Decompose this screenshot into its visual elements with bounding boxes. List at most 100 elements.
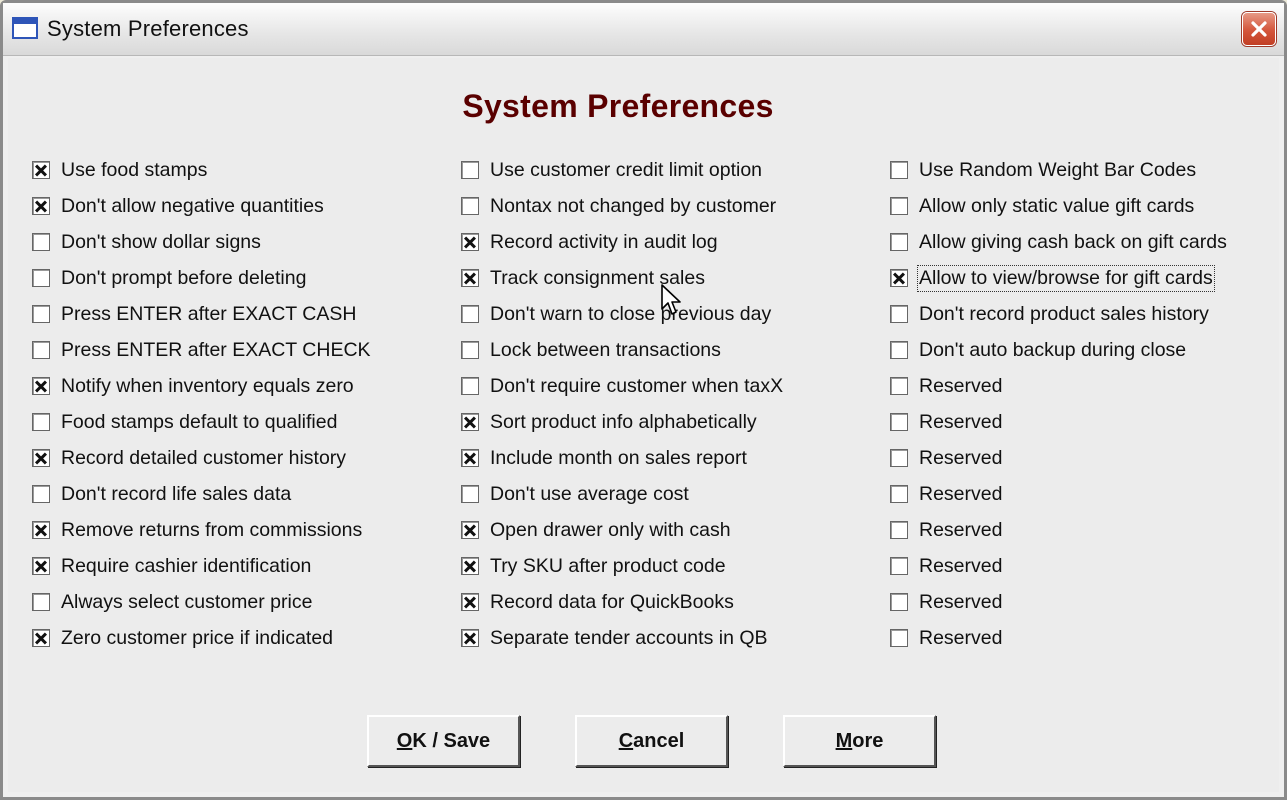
option-checkbox[interactable] bbox=[461, 305, 479, 323]
option-checkbox[interactable] bbox=[32, 629, 50, 647]
option-label: Allow only static value gift cards bbox=[919, 194, 1195, 217]
option-row[interactable]: Reserved bbox=[890, 584, 1227, 620]
option-checkbox[interactable] bbox=[461, 341, 479, 359]
option-checkbox[interactable] bbox=[461, 593, 479, 611]
cancel-button[interactable]: Cancel bbox=[575, 715, 728, 767]
option-checkbox[interactable] bbox=[461, 161, 479, 179]
option-checkbox[interactable] bbox=[32, 593, 50, 611]
option-checkbox[interactable] bbox=[32, 161, 50, 179]
option-row[interactable]: Allow only static value gift cards bbox=[890, 188, 1227, 224]
option-label: Try SKU after product code bbox=[490, 554, 726, 577]
option-row[interactable]: Sort product info alphabetically bbox=[461, 404, 783, 440]
option-row[interactable]: Don't record life sales data bbox=[32, 476, 371, 512]
option-row[interactable]: Don't auto backup during close bbox=[890, 332, 1227, 368]
option-row[interactable]: Nontax not changed by customer bbox=[461, 188, 783, 224]
option-row[interactable]: Zero customer price if indicated bbox=[32, 620, 371, 656]
title-bar[interactable]: System Preferences bbox=[3, 3, 1284, 56]
option-label: Open drawer only with cash bbox=[490, 518, 731, 541]
option-row[interactable]: Reserved bbox=[890, 368, 1227, 404]
option-checkbox[interactable] bbox=[890, 449, 908, 467]
option-row[interactable]: Try SKU after product code bbox=[461, 548, 783, 584]
option-checkbox[interactable] bbox=[461, 197, 479, 215]
option-row[interactable]: Require cashier identification bbox=[32, 548, 371, 584]
ok-save-button[interactable]: OK / Save bbox=[367, 715, 520, 767]
option-row[interactable]: Separate tender accounts in QB bbox=[461, 620, 783, 656]
close-button[interactable] bbox=[1242, 12, 1276, 46]
option-checkbox[interactable] bbox=[890, 233, 908, 251]
option-checkbox[interactable] bbox=[890, 305, 908, 323]
option-checkbox[interactable] bbox=[32, 233, 50, 251]
option-row[interactable]: Record detailed customer history bbox=[32, 440, 371, 476]
option-checkbox[interactable] bbox=[461, 629, 479, 647]
option-checkbox[interactable] bbox=[890, 377, 908, 395]
more-button[interactable]: More bbox=[783, 715, 936, 767]
option-checkbox[interactable] bbox=[32, 305, 50, 323]
option-row[interactable]: Record data for QuickBooks bbox=[461, 584, 783, 620]
option-checkbox[interactable] bbox=[461, 449, 479, 467]
option-checkbox[interactable] bbox=[461, 413, 479, 431]
option-row[interactable]: Reserved bbox=[890, 512, 1227, 548]
option-checkbox[interactable] bbox=[32, 269, 50, 287]
dialog-body: System Preferences Use food stamps Don't … bbox=[8, 58, 1279, 792]
option-row[interactable]: Reserved bbox=[890, 440, 1227, 476]
option-row[interactable]: Record activity in audit log bbox=[461, 224, 783, 260]
option-row[interactable]: Don't warn to close previous day bbox=[461, 296, 783, 332]
option-checkbox[interactable] bbox=[890, 629, 908, 647]
option-row[interactable]: Don't require customer when taxX bbox=[461, 368, 783, 404]
option-checkbox[interactable] bbox=[890, 197, 908, 215]
option-checkbox[interactable] bbox=[890, 341, 908, 359]
option-row[interactable]: Reserved bbox=[890, 476, 1227, 512]
option-checkbox[interactable] bbox=[890, 521, 908, 539]
option-checkbox[interactable] bbox=[890, 413, 908, 431]
option-checkbox[interactable] bbox=[890, 557, 908, 575]
option-checkbox[interactable] bbox=[32, 341, 50, 359]
window-app-icon bbox=[12, 17, 38, 39]
option-checkbox[interactable] bbox=[890, 485, 908, 503]
option-row[interactable]: Reserved bbox=[890, 620, 1227, 656]
option-row[interactable]: Don't allow negative quantities bbox=[32, 188, 371, 224]
option-row[interactable]: Use customer credit limit option bbox=[461, 152, 783, 188]
option-row[interactable]: Reserved bbox=[890, 404, 1227, 440]
option-row[interactable]: Include month on sales report bbox=[461, 440, 783, 476]
option-row[interactable]: Press ENTER after EXACT CHECK bbox=[32, 332, 371, 368]
option-row[interactable]: Don't prompt before deleting bbox=[32, 260, 371, 296]
option-row[interactable]: Don't show dollar signs bbox=[32, 224, 371, 260]
option-checkbox[interactable] bbox=[461, 377, 479, 395]
option-checkbox[interactable] bbox=[32, 557, 50, 575]
option-row[interactable]: Remove returns from commissions bbox=[32, 512, 371, 548]
option-row[interactable]: Use food stamps bbox=[32, 152, 371, 188]
option-checkbox[interactable] bbox=[32, 413, 50, 431]
option-label: Include month on sales report bbox=[490, 446, 747, 469]
option-checkbox[interactable] bbox=[890, 269, 908, 287]
option-row[interactable]: Allow giving cash back on gift cards bbox=[890, 224, 1227, 260]
option-checkbox[interactable] bbox=[461, 521, 479, 539]
option-row[interactable]: Lock between transactions bbox=[461, 332, 783, 368]
option-checkbox[interactable] bbox=[890, 593, 908, 611]
option-checkbox[interactable] bbox=[461, 485, 479, 503]
option-checkbox[interactable] bbox=[461, 233, 479, 251]
option-checkbox[interactable] bbox=[461, 557, 479, 575]
option-checkbox[interactable] bbox=[890, 161, 908, 179]
option-checkbox[interactable] bbox=[461, 269, 479, 287]
option-row[interactable]: Notify when inventory equals zero bbox=[32, 368, 371, 404]
option-checkbox[interactable] bbox=[32, 197, 50, 215]
option-label: Don't prompt before deleting bbox=[61, 266, 307, 289]
option-row[interactable]: Don't record product sales history bbox=[890, 296, 1227, 332]
option-checkbox[interactable] bbox=[32, 521, 50, 539]
option-row[interactable]: Food stamps default to qualified bbox=[32, 404, 371, 440]
option-row[interactable]: Track consignment sales bbox=[461, 260, 783, 296]
option-label: Don't show dollar signs bbox=[61, 230, 261, 253]
option-row[interactable]: Reserved bbox=[890, 548, 1227, 584]
option-label: Reserved bbox=[919, 626, 1003, 649]
option-label: Don't allow negative quantities bbox=[61, 194, 324, 217]
option-row[interactable]: Always select customer price bbox=[32, 584, 371, 620]
option-checkbox[interactable] bbox=[32, 449, 50, 467]
option-row[interactable]: Press ENTER after EXACT CASH bbox=[32, 296, 371, 332]
option-row[interactable]: Open drawer only with cash bbox=[461, 512, 783, 548]
options-column-3: Use Random Weight Bar Codes Allow only st… bbox=[890, 152, 1227, 656]
option-row[interactable]: Use Random Weight Bar Codes bbox=[890, 152, 1227, 188]
option-checkbox[interactable] bbox=[32, 485, 50, 503]
option-checkbox[interactable] bbox=[32, 377, 50, 395]
option-row[interactable]: Allow to view/browse for gift cards bbox=[890, 260, 1227, 296]
option-row[interactable]: Don't use average cost bbox=[461, 476, 783, 512]
